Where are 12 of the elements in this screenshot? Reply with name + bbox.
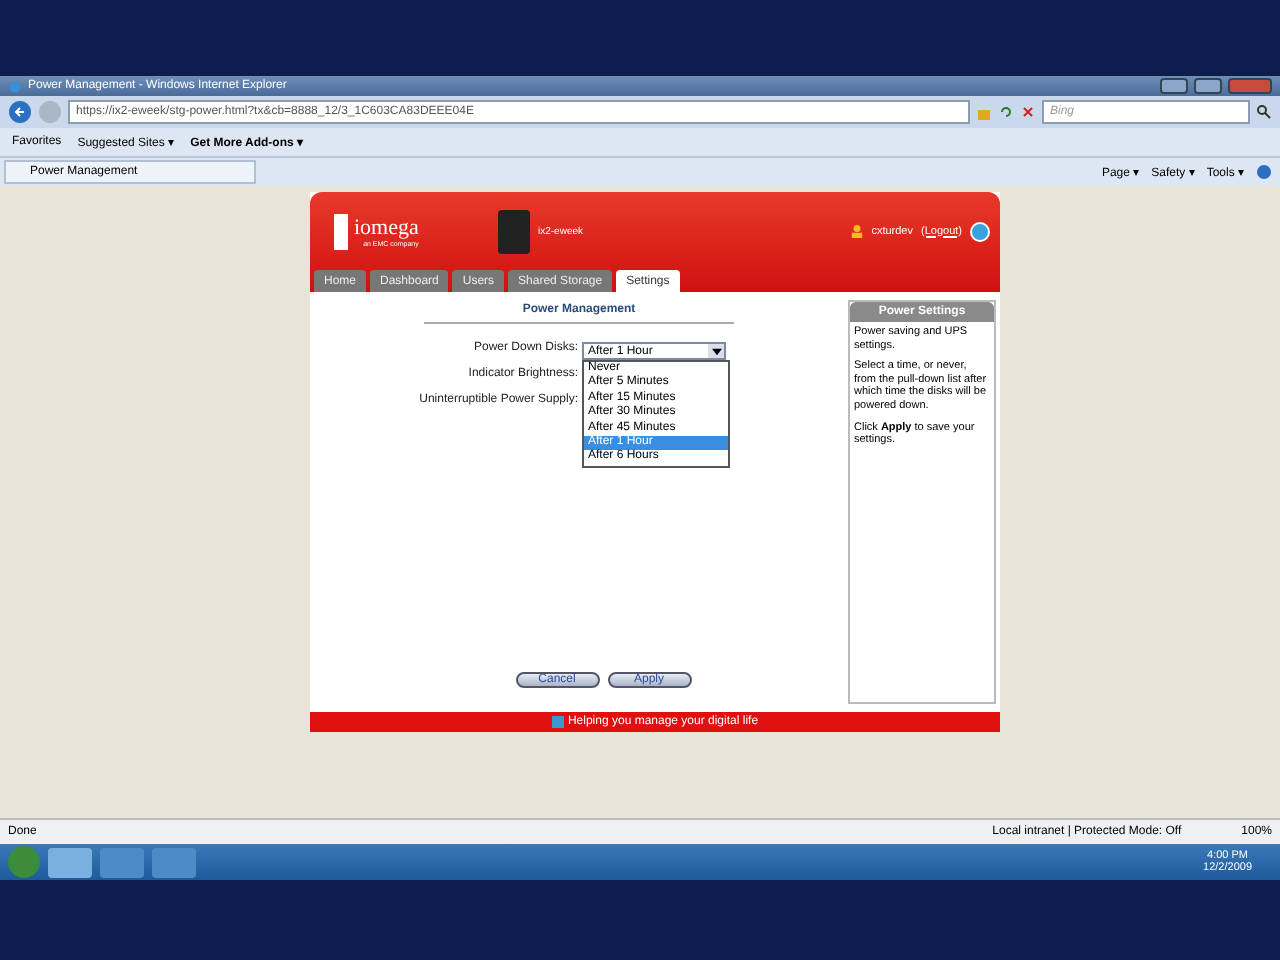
logo-text: iomega xyxy=(354,215,419,239)
storage-device-icon xyxy=(498,209,530,253)
minimize-button[interactable] xyxy=(1160,78,1188,94)
search-icon[interactable] xyxy=(1256,104,1272,120)
refresh-icon[interactable] xyxy=(998,104,1014,120)
back-icon[interactable] xyxy=(8,100,32,124)
user-icon xyxy=(849,224,864,238)
start-button[interactable] xyxy=(8,846,40,878)
close-button[interactable] xyxy=(1228,78,1272,94)
maximize-button[interactable] xyxy=(1194,78,1222,94)
caret-icon xyxy=(711,347,721,355)
stop-icon[interactable] xyxy=(1020,104,1036,120)
